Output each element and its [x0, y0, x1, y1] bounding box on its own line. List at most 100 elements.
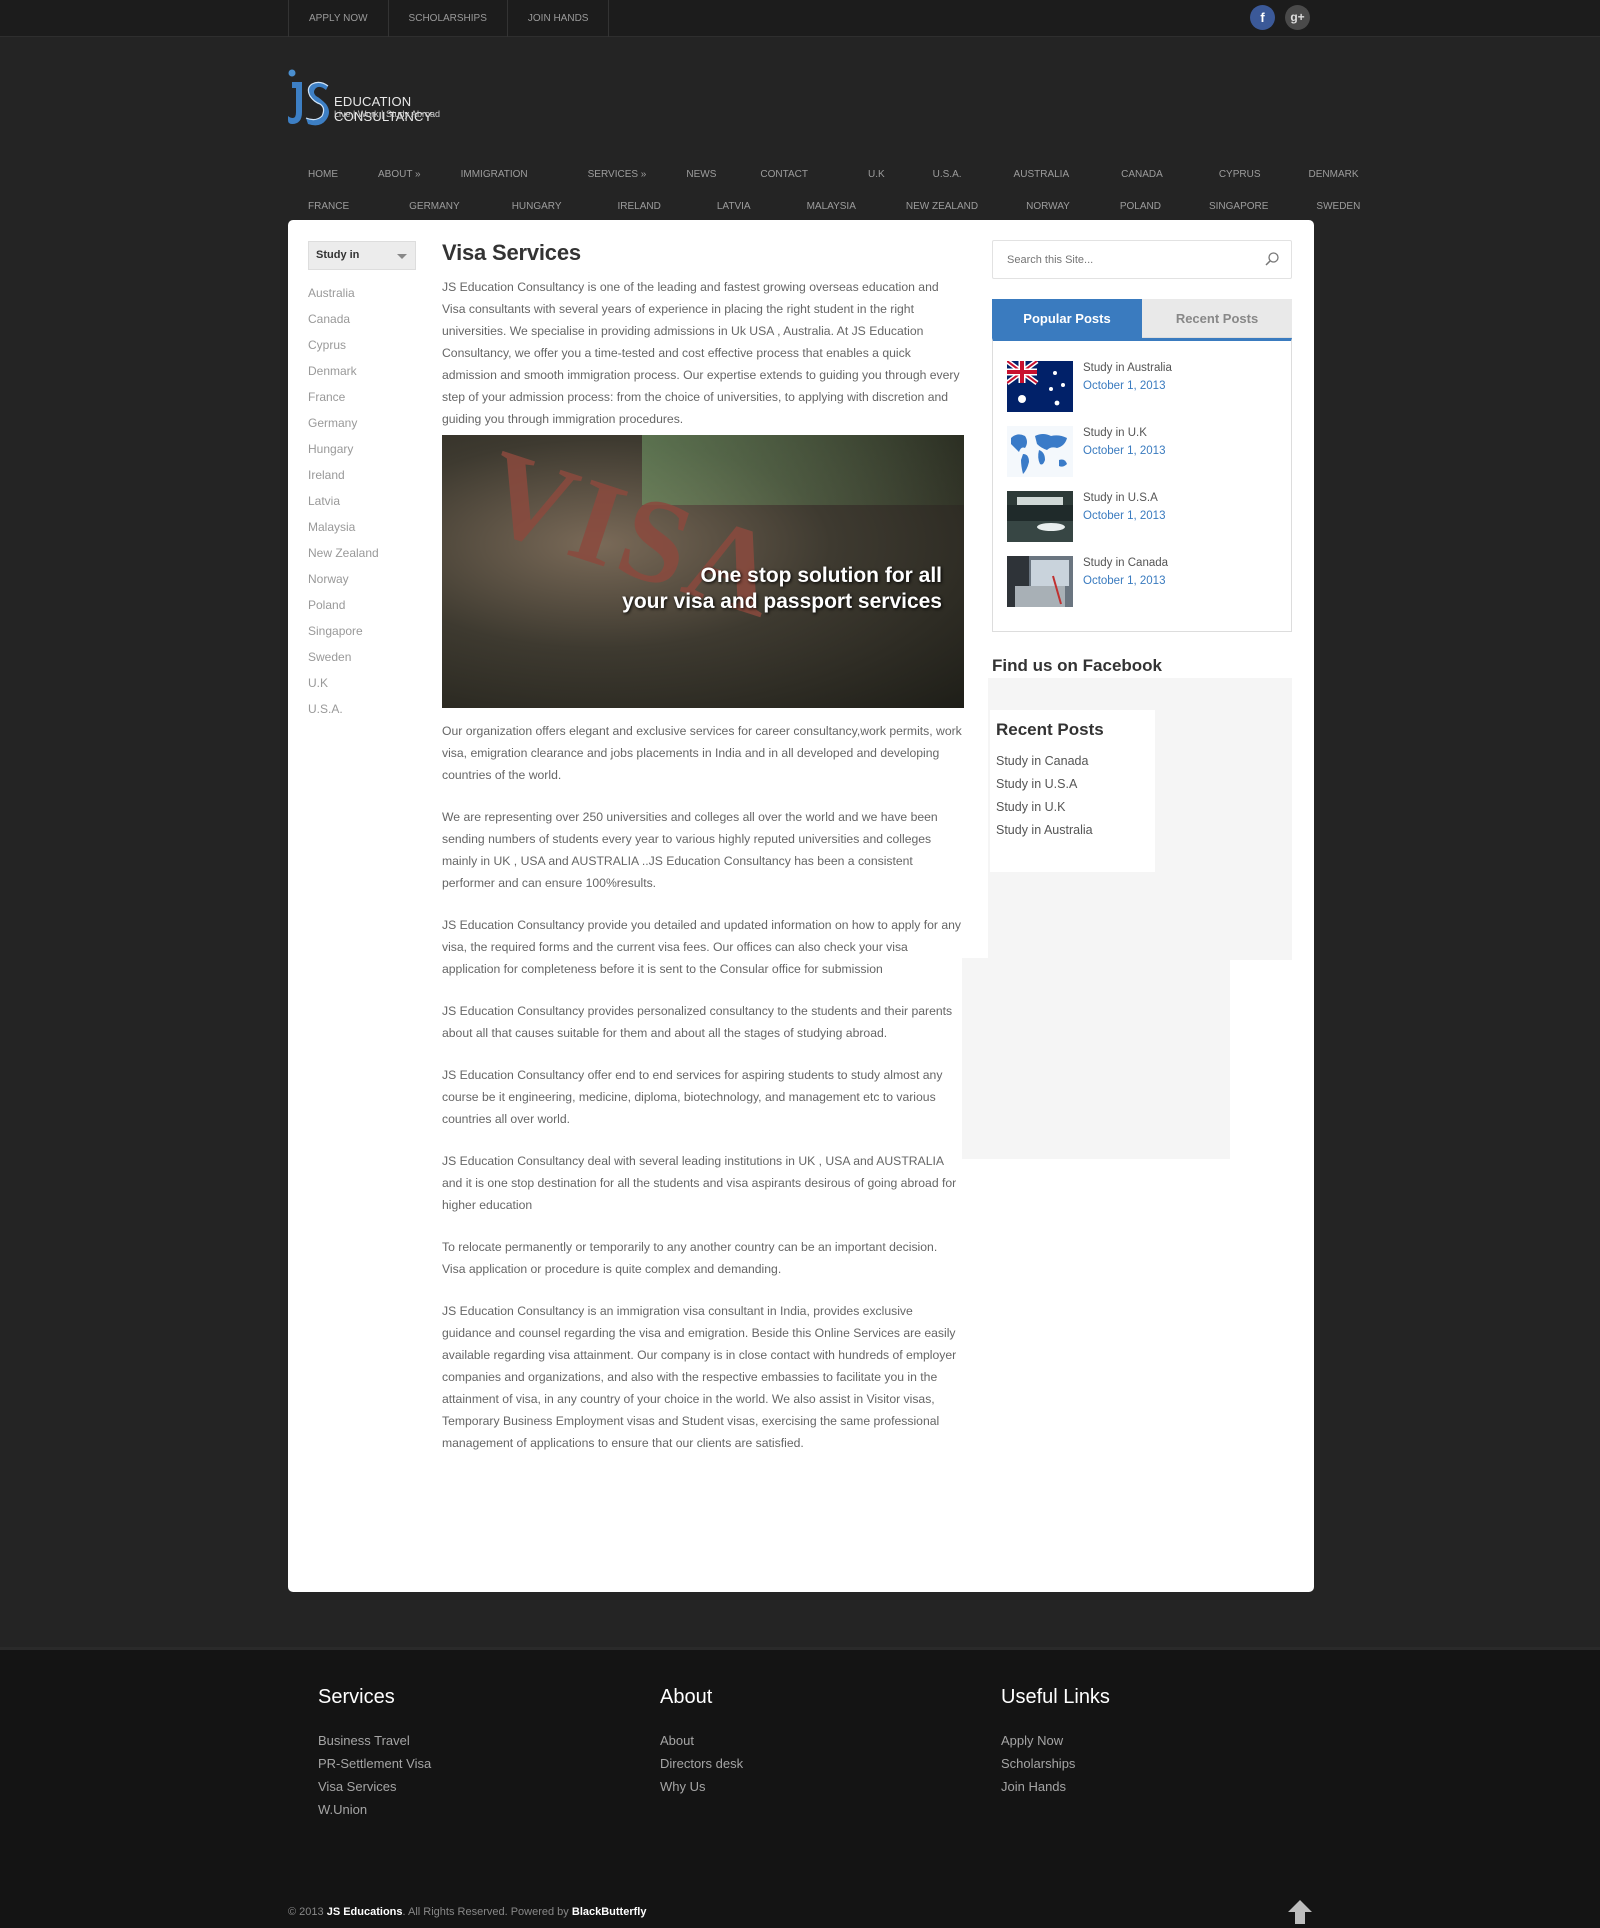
back-to-top-arrow-icon[interactable] [1287, 1899, 1313, 1925]
nav-item-denmark[interactable]: DENMARK [1289, 169, 1379, 180]
search-input[interactable] [993, 241, 1233, 278]
nav-item-france[interactable]: FRANCE [288, 201, 389, 212]
list-item[interactable]: Study in U.S.A October 1, 2013 [1007, 491, 1277, 556]
post-title[interactable]: Study in Canada [1083, 557, 1168, 569]
country-link[interactable]: Germany [308, 410, 416, 436]
search-box [992, 240, 1292, 279]
country-link[interactable]: Australia [308, 280, 416, 306]
nav-item-latvia[interactable]: LATVIA [697, 201, 787, 212]
nav-item-news[interactable]: NEWS [666, 169, 740, 180]
footer-link[interactable]: Join Hands [1001, 1775, 1110, 1798]
nav-item-usa[interactable]: U.S.A. [913, 169, 994, 180]
recent-post-link[interactable]: Study in Australia [996, 819, 1149, 842]
country-link[interactable]: France [308, 384, 416, 410]
body-paragraph: JS Education Consultancy offer end to en… [442, 1068, 943, 1126]
nav-item-new-zealand[interactable]: NEW ZEALAND [886, 201, 1006, 212]
page-title: Visa Services [442, 240, 581, 265]
footer-link[interactable]: W.Union [318, 1798, 431, 1821]
canada-thumbnail [1007, 556, 1073, 607]
body-paragraph: JS Education Consultancy provide you det… [442, 918, 961, 976]
country-link[interactable]: Canada [308, 306, 416, 332]
copyright-year: © 2013 [288, 1906, 324, 1918]
main-article: Visa Services JS Education Consultancy i… [442, 240, 964, 1474]
country-link[interactable]: Malaysia [308, 514, 416, 540]
js-logo-mark-icon [288, 69, 329, 126]
nav-item-poland[interactable]: POLAND [1100, 201, 1189, 212]
footer-link[interactable]: Business Travel [318, 1729, 431, 1752]
facebook-icon[interactable]: f [1250, 5, 1275, 30]
top-link-scholarships[interactable]: SCHOLARSHIPS [387, 0, 507, 37]
footer-link[interactable]: About [660, 1729, 743, 1752]
recent-post-link[interactable]: Study in U.K [996, 796, 1149, 819]
nav-item-germany[interactable]: GERMANY [389, 201, 492, 212]
footer-link[interactable]: Directors desk [660, 1752, 743, 1775]
nav-item-canada[interactable]: CANADA [1101, 169, 1199, 180]
nav-item-ireland[interactable]: IRELAND [598, 201, 697, 212]
dropdown-label: Study in [316, 249, 360, 261]
footer-link[interactable]: Visa Services [318, 1775, 431, 1798]
site-logo[interactable]: EDUCATION CONSULTANCY Live | Work | Stud… [288, 68, 508, 128]
nav-item-malaysia[interactable]: MALAYSIA [787, 201, 886, 212]
nav-item-services[interactable]: SERVICES » [568, 169, 667, 180]
country-link[interactable]: U.K [308, 670, 416, 696]
nav-item-home[interactable]: HOME [288, 169, 358, 180]
google-plus-icon[interactable]: g+ [1285, 5, 1310, 30]
nav-item-norway[interactable]: NORWAY [1006, 201, 1100, 212]
brand-link[interactable]: JS Educations [327, 1906, 403, 1918]
country-link[interactable]: Ireland [308, 462, 416, 488]
country-link[interactable]: Poland [308, 592, 416, 618]
footer-about: About About Directors desk Why Us [660, 1686, 743, 1798]
list-item[interactable]: Study in Canada October 1, 2013 [1007, 556, 1277, 621]
list-item[interactable]: Study in U.K October 1, 2013 [1007, 426, 1277, 491]
body-paragraph: Our organization offers elegant and excl… [442, 724, 962, 782]
recent-post-link[interactable]: Study in Canada [996, 750, 1149, 773]
nav-item-cyprus[interactable]: CYPRUS [1199, 169, 1289, 180]
tab-recent-posts[interactable]: Recent Posts [1142, 299, 1292, 338]
country-link[interactable]: Norway [308, 566, 416, 592]
nav-row-2: FRANCE GERMANY HUNGARY IRELAND LATVIA MA… [288, 190, 1360, 222]
post-date: October 1, 2013 [1083, 575, 1166, 587]
nav-item-about[interactable]: ABOUT » [358, 169, 441, 180]
country-link[interactable]: New Zealand [308, 540, 416, 566]
caret-down-icon [397, 254, 407, 259]
country-link[interactable]: Sweden [308, 644, 416, 670]
body-paragraph: We are representing over 250 universitie… [442, 810, 938, 890]
country-link[interactable]: Cyprus [308, 332, 416, 358]
australia-flag-thumbnail [1007, 361, 1073, 412]
tab-popular-posts[interactable]: Popular Posts [992, 299, 1142, 338]
nav-item-singapore[interactable]: SINGAPORE [1189, 201, 1296, 212]
post-date: October 1, 2013 [1083, 445, 1166, 457]
country-link[interactable]: Denmark [308, 358, 416, 384]
country-link[interactable]: U.S.A. [308, 696, 416, 722]
recent-post-link[interactable]: Study in U.S.A [996, 773, 1149, 796]
top-link-apply-now[interactable]: APPLY NOW [288, 0, 388, 37]
footer-link[interactable]: PR-Settlement Visa [318, 1752, 431, 1775]
country-link[interactable]: Latvia [308, 488, 416, 514]
top-link-join-hands[interactable]: JOIN HANDS [506, 0, 610, 37]
footer-link[interactable]: Scholarships [1001, 1752, 1110, 1775]
footer-services-title: Services [318, 1686, 395, 1708]
powered-by-link[interactable]: BlackButterfly [572, 1906, 647, 1918]
country-link[interactable]: Singapore [308, 618, 416, 644]
nav-item-hungary[interactable]: HUNGARY [492, 201, 598, 212]
footer-link[interactable]: Apply Now [1001, 1729, 1110, 1752]
post-title[interactable]: Study in Australia [1083, 362, 1172, 374]
nav-item-australia[interactable]: AUSTRALIA [994, 169, 1102, 180]
nav-item-contact[interactable]: CONTACT [740, 169, 848, 180]
post-title[interactable]: Study in U.K [1083, 427, 1165, 439]
footer: Services Business Travel PR-Settlement V… [0, 1647, 1600, 1928]
list-item[interactable]: Study in Australia October 1, 2013 [1007, 361, 1277, 426]
footer-useful-links: Useful Links Apply Now Scholarships Join… [1001, 1686, 1110, 1798]
nav-item-uk[interactable]: U.K [848, 169, 913, 180]
nav-item-immigration[interactable]: IMMIGRATION [441, 169, 568, 180]
footer-services: Services Business Travel PR-Settlement V… [318, 1686, 431, 1821]
top-bar: APPLY NOW SCHOLARSHIPS JOIN HANDS f g+ [0, 0, 1600, 37]
search-icon[interactable] [1265, 252, 1279, 266]
nav-item-sweden[interactable]: SWEDEN [1296, 201, 1380, 212]
post-title[interactable]: Study in U.S.A [1083, 492, 1165, 504]
study-in-dropdown[interactable]: Study in [308, 241, 416, 270]
facebook-widget: Recent Posts Study in Canada Study in U.… [962, 676, 1292, 1159]
country-link[interactable]: Hungary [308, 436, 416, 462]
post-tabs: Popular Posts Recent Posts [992, 299, 1292, 338]
footer-link[interactable]: Why Us [660, 1775, 743, 1798]
